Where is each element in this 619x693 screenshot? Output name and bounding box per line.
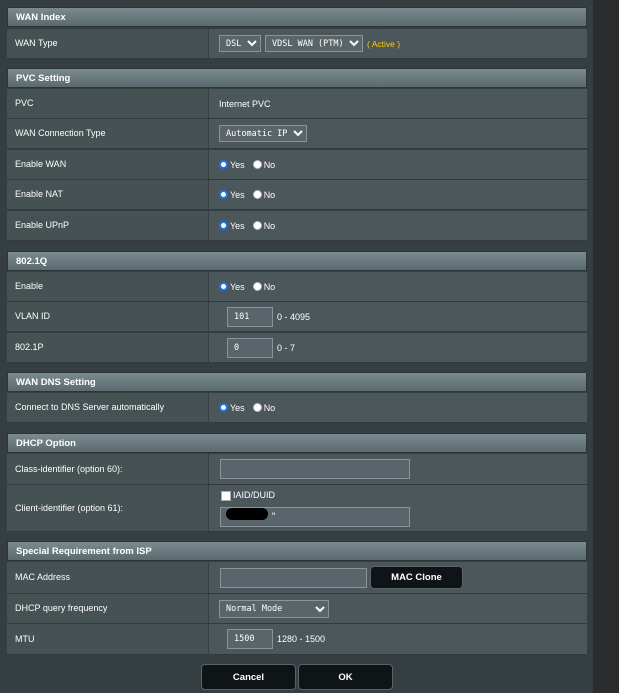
radio-yes-label: Yes: [230, 159, 245, 170]
redacted-value: [226, 508, 268, 520]
dhcp-frequency-label: DHCP query frequency: [7, 594, 209, 623]
row-vlan-id: VLAN ID 0 - 4095: [7, 302, 587, 332]
dns-auto-yes-radio[interactable]: [219, 403, 228, 412]
class-identifier-input[interactable]: [220, 459, 410, 479]
enable-wan-yes-radio[interactable]: [219, 160, 228, 169]
row-client-identifier: Client-identifier (option 61): IAID/DUID: [7, 485, 587, 532]
mac-address-input[interactable]: [220, 567, 367, 588]
radio-yes-label: Yes: [230, 220, 245, 231]
mac-clone-button[interactable]: MAC Clone: [370, 566, 463, 589]
class-identifier-label: Class-identifier (option 60):: [7, 454, 209, 484]
row-mtu: MTU 1280 - 1500: [7, 624, 587, 655]
client-identifier-label: Client-identifier (option 61):: [7, 485, 209, 531]
row-mac-address: MAC Address MAC Clone: [7, 562, 587, 594]
enable-upnp-label: Enable UPnP: [7, 211, 209, 240]
802-1p-input[interactable]: [227, 337, 273, 358]
radio-no-label: No: [263, 189, 276, 200]
row-dns-auto: Connect to DNS Server automatically Yes …: [7, 393, 587, 423]
mtu-label: MTU: [7, 624, 209, 654]
enable-upnp-no-radio[interactable]: [252, 221, 262, 230]
active-status: ( Active ): [367, 38, 401, 49]
wan-type-label: WAN Type: [7, 29, 209, 58]
vlan-id-range: 0 - 4095: [277, 311, 311, 322]
section-header-wan-index: WAN Index: [7, 7, 587, 27]
iaid-duid-checkbox[interactable]: [221, 490, 231, 501]
section-header-pvc-setting: PVC Setting: [7, 68, 587, 88]
802-1p-label: 802.1P: [7, 333, 209, 362]
row-class-identifier: Class-identifier (option 60):: [7, 454, 587, 485]
radio-no-label: No: [263, 159, 276, 170]
8021q-enable-yes-radio[interactable]: [219, 282, 228, 291]
mtu-range: 1280 - 1500: [277, 634, 326, 644]
enable-upnp-yes-radio[interactable]: [219, 221, 228, 230]
row-wan-connection-type: WAN Connection Type Automatic IP: [7, 119, 587, 149]
section-header-wan-dns: WAN DNS Setting: [7, 372, 587, 392]
dhcp-frequency-select[interactable]: Normal Mode: [219, 599, 329, 618]
row-wan-type: WAN Type DSL VDSL WAN (PTM) ( Active ): [7, 29, 587, 59]
row-802-1p: 802.1P 0 - 7: [7, 333, 587, 363]
section-header-802-1q: 802.1Q: [7, 251, 587, 271]
mtu-input[interactable]: [227, 629, 273, 649]
wan-type-select[interactable]: DSL: [219, 35, 261, 52]
row-pvc: PVC Internet PVC: [7, 89, 587, 119]
enable-wan-label: Enable WAN: [7, 150, 209, 179]
row-enable-wan: Enable WAN Yes No: [7, 150, 587, 180]
section-header-isp: Special Requirement from ISP: [7, 541, 587, 561]
pvc-label: PVC: [7, 89, 209, 118]
enable-nat-label: Enable NAT: [7, 180, 209, 209]
802-1p-range: 0 - 7: [277, 342, 296, 353]
row-enable-nat: Enable NAT Yes No: [7, 180, 587, 210]
section-header-dhcp-option: DHCP Option: [7, 433, 587, 453]
8021q-enable-no-radio[interactable]: [252, 282, 262, 291]
radio-no-label: No: [263, 402, 276, 413]
vlan-id-label: VLAN ID: [7, 302, 209, 331]
dns-auto-no-radio[interactable]: [252, 403, 262, 412]
mac-address-label: MAC Address: [7, 562, 209, 593]
enable-nat-no-radio[interactable]: [252, 190, 262, 199]
8021q-enable-label: Enable: [7, 272, 209, 301]
radio-yes-label: Yes: [230, 281, 245, 292]
radio-no-label: No: [263, 220, 276, 231]
cancel-button[interactable]: Cancel: [201, 664, 296, 690]
row-enable-upnp: Enable UPnP Yes No: [7, 211, 587, 241]
radio-no-label: No: [263, 281, 276, 292]
radio-yes-label: Yes: [230, 402, 245, 413]
iaid-duid-label: IAID/DUID: [233, 490, 276, 500]
vlan-id-input[interactable]: [227, 306, 273, 327]
row-dhcp-frequency: DHCP query frequency Normal Mode: [7, 594, 587, 624]
wan-connection-type-select[interactable]: Automatic IP: [219, 125, 307, 142]
settings-panel: WAN Index WAN Type DSL VDSL WAN (PTM) ( …: [0, 0, 593, 693]
row-8021q-enable: Enable Yes No: [7, 272, 587, 302]
wan-mode-select[interactable]: VDSL WAN (PTM): [265, 35, 363, 52]
dns-auto-label: Connect to DNS Server automatically: [7, 393, 209, 422]
pvc-value: Internet PVC: [219, 98, 271, 109]
wan-connection-type-label: WAN Connection Type: [7, 119, 209, 148]
enable-nat-yes-radio[interactable]: [219, 190, 228, 199]
enable-wan-no-radio[interactable]: [252, 160, 262, 169]
right-background-strip: [593, 0, 619, 693]
radio-yes-label: Yes: [230, 189, 245, 200]
ok-button[interactable]: OK: [298, 664, 393, 690]
